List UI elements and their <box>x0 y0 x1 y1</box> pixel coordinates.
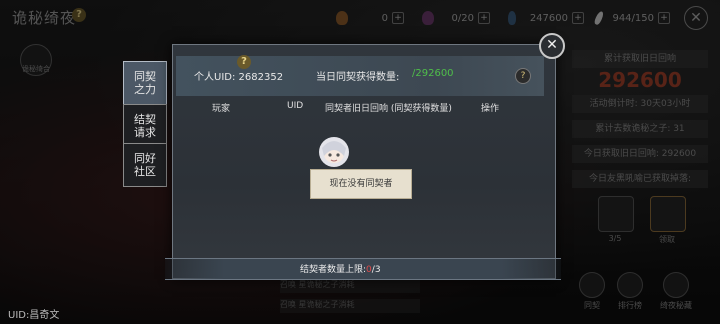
daily-value: /292600 <box>412 68 454 79</box>
empty-message: 现在没有同契者 <box>310 169 412 199</box>
help-icon[interactable]: ? <box>237 55 251 69</box>
help-icon[interactable]: ? <box>515 68 531 84</box>
column-header-player: 玩家 <box>212 104 231 114</box>
tab-community[interactable]: 同好 社区 <box>123 143 167 187</box>
player-uid: UID:昌奇文 <box>8 310 60 321</box>
column-header-action: 操作 <box>481 104 500 114</box>
close-icon[interactable]: ✕ <box>539 33 565 59</box>
uid-value: 2682352 <box>238 72 284 83</box>
daily-label: 当日同契获得数量: <box>316 72 400 83</box>
tab-pact-power[interactable]: 同契 之力 <box>123 61 167 105</box>
limit-text: 结契者数量上限:0/3 <box>300 265 381 275</box>
tab-pact-requests[interactable]: 结契 请求 <box>123 104 167 148</box>
column-header-uid: UID <box>287 101 304 111</box>
chibi-character-icon <box>319 137 349 167</box>
column-header-echo: 同契者旧日回响 (同契获得数量) <box>325 104 452 114</box>
limit-max: /3 <box>371 265 381 275</box>
uid-line: 个人UID: 2682352 <box>194 72 284 83</box>
